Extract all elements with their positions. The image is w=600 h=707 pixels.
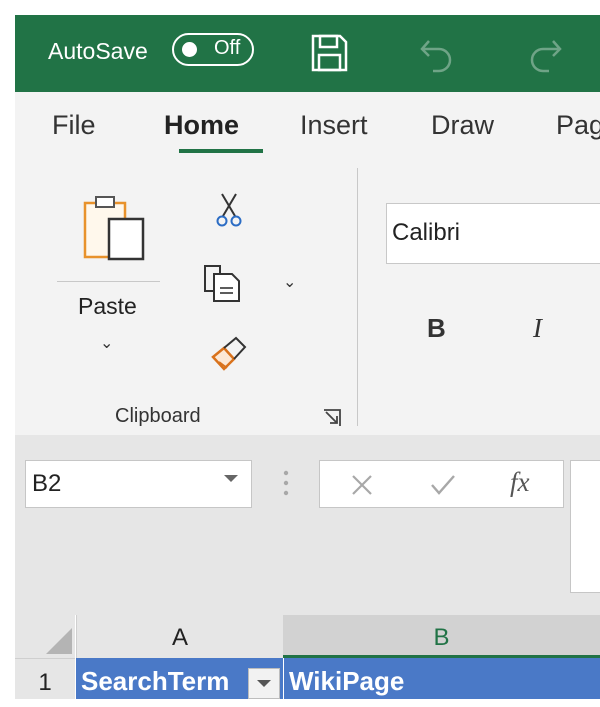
autosave-state: Off [214,37,241,59]
title-bar: AutoSave Off [15,15,600,92]
autosave-label: AutoSave [48,38,148,64]
filter-dropdown-button[interactable] [248,668,280,699]
cell-a1-text: SearchTerm [81,666,230,696]
check-icon[interactable] [430,473,456,497]
paste-icon[interactable] [82,193,148,263]
copy-icon[interactable] [202,263,242,303]
font-name-box[interactable]: Calibri [386,203,600,264]
tab-insert[interactable]: Insert [300,110,368,141]
clipboard-group-label: Clipboard [115,405,201,427]
tab-draw[interactable]: Draw [431,110,494,141]
chevron-down-icon[interactable] [224,475,238,482]
cell-b1-text: WikiPage [289,666,405,696]
format-painter-icon[interactable] [210,335,248,373]
name-box[interactable]: B2 [25,460,252,508]
cut-icon[interactable] [215,192,243,228]
paste-button[interactable]: Paste [78,293,137,320]
fx-icon[interactable]: fx [510,467,530,498]
formula-input[interactable] [570,460,600,593]
cell-b1[interactable]: WikiPage [283,658,600,699]
italic-button[interactable]: I [533,313,542,344]
paste-divider [57,281,160,282]
cancel-icon[interactable] [350,473,374,497]
toggle-knob [182,42,197,57]
name-box-value: B2 [32,470,62,497]
tab-file[interactable]: File [52,110,96,141]
group-separator [357,168,358,426]
chevron-down-icon[interactable]: ⌄ [100,333,113,353]
redo-icon[interactable] [525,33,565,73]
font-name-value: Calibri [392,219,461,246]
save-icon[interactable] [309,33,349,73]
ribbon-tabs: File Home Insert Draw Pag [15,92,600,167]
more-dots-icon[interactable] [283,470,289,496]
dialog-launcher-icon[interactable] [322,408,342,428]
select-all-button[interactable] [15,615,75,658]
active-tab-indicator [179,149,263,153]
tab-page-layout[interactable]: Pag [556,110,600,141]
select-all-triangle-icon [46,628,72,654]
autosave-toggle[interactable]: Off [172,33,254,66]
row-header-1[interactable]: 1 [15,658,75,699]
bold-button[interactable]: B [427,313,446,344]
chevron-down-icon [257,680,271,687]
column-header-a[interactable]: A [76,615,283,658]
undo-icon[interactable] [417,33,457,73]
column-header-b[interactable]: B [283,615,600,658]
tab-home[interactable]: Home [164,110,239,141]
chevron-down-icon[interactable]: ⌄ [283,272,296,292]
formula-toolbar: fx [319,460,564,508]
